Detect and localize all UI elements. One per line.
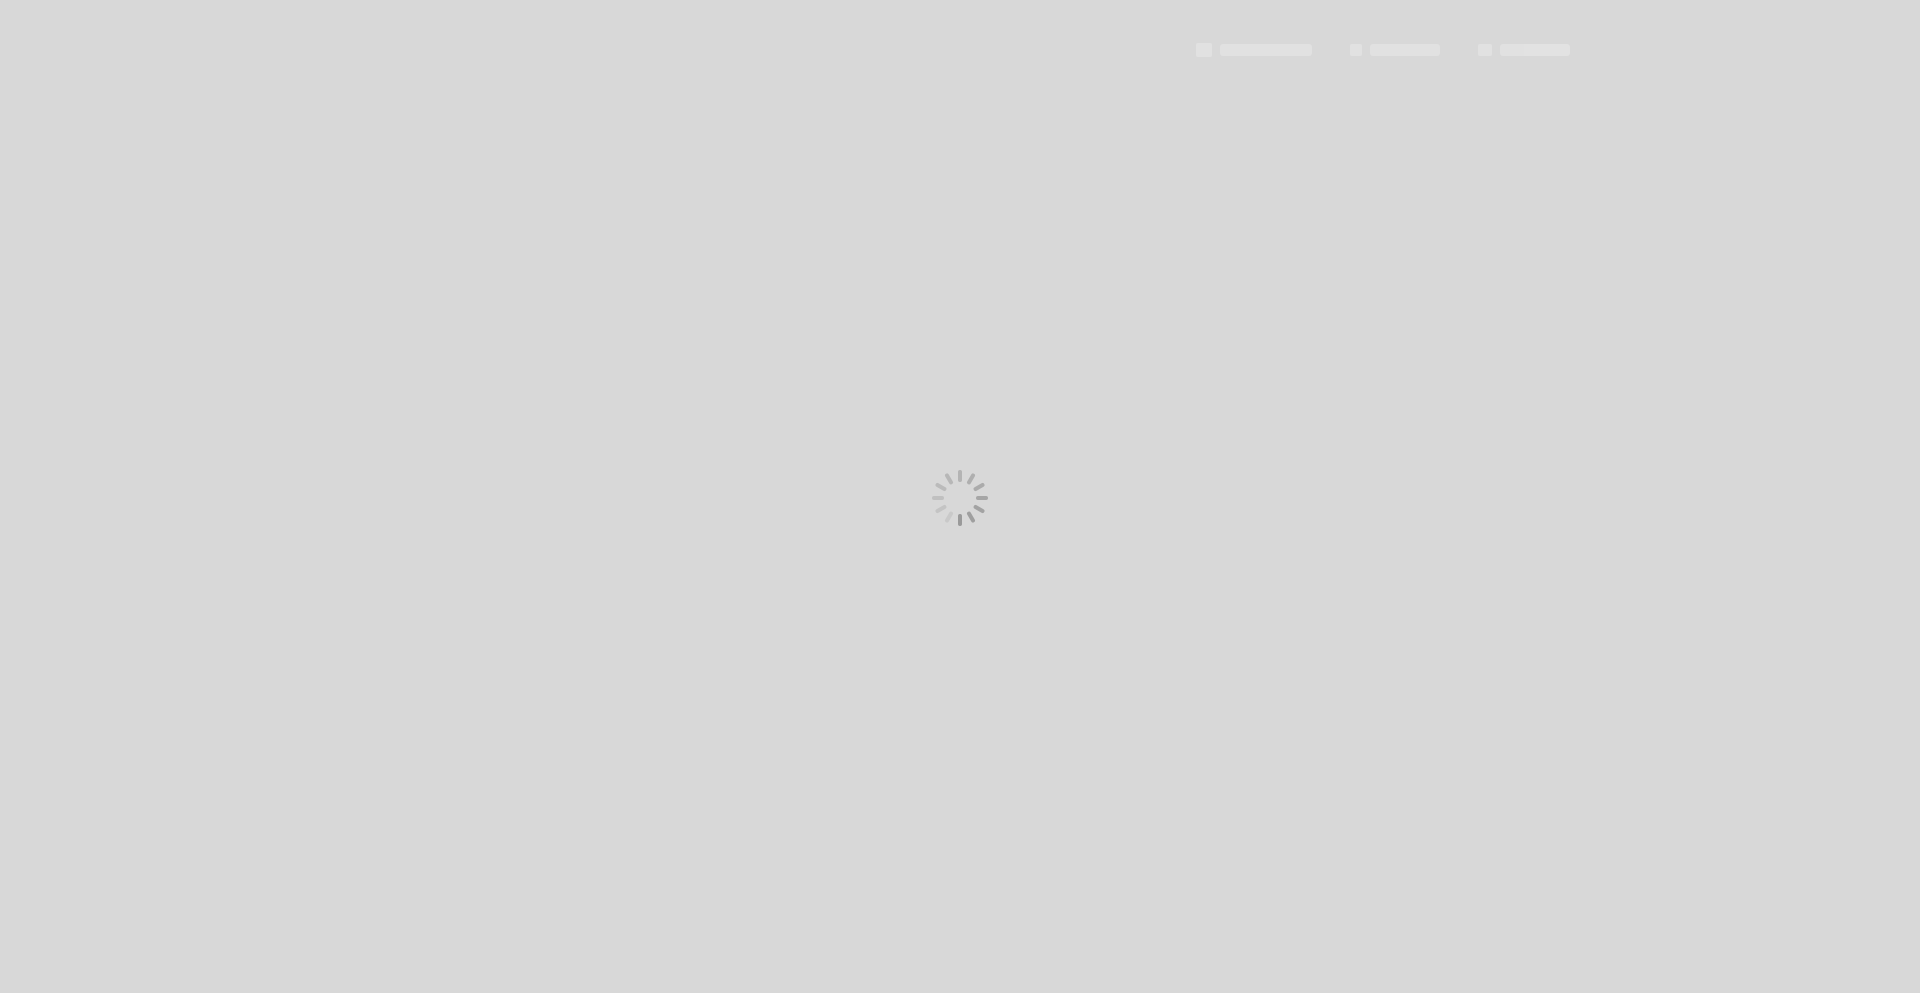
spinner-spoke bbox=[967, 473, 975, 485]
spinner-spoke bbox=[967, 511, 975, 523]
spinner-spoke bbox=[976, 496, 988, 500]
top-navigation bbox=[1196, 36, 1570, 64]
spinner-spoke bbox=[973, 483, 985, 491]
spinner-spoke bbox=[935, 483, 947, 491]
nav-item-1[interactable] bbox=[1350, 44, 1440, 56]
spinner-spoke bbox=[958, 514, 962, 526]
nav-item-1-label bbox=[1370, 44, 1440, 56]
logo-text-placeholder bbox=[1220, 44, 1312, 56]
nav-item-2[interactable] bbox=[1478, 44, 1570, 56]
spinner-spoke bbox=[973, 505, 985, 513]
spinner-icon bbox=[930, 468, 990, 528]
spinner-spoke bbox=[935, 505, 947, 513]
spinner-spoke bbox=[932, 496, 944, 500]
logo[interactable] bbox=[1196, 43, 1312, 57]
loading-page bbox=[0, 0, 1920, 993]
grid-icon bbox=[1478, 44, 1492, 56]
spinner-spoke bbox=[945, 511, 953, 523]
spinner-spoke bbox=[945, 473, 953, 485]
nav-item-2-label bbox=[1500, 44, 1570, 56]
link-icon bbox=[1350, 44, 1362, 56]
logo-icon bbox=[1196, 43, 1212, 57]
spinner-spoke bbox=[958, 470, 962, 482]
